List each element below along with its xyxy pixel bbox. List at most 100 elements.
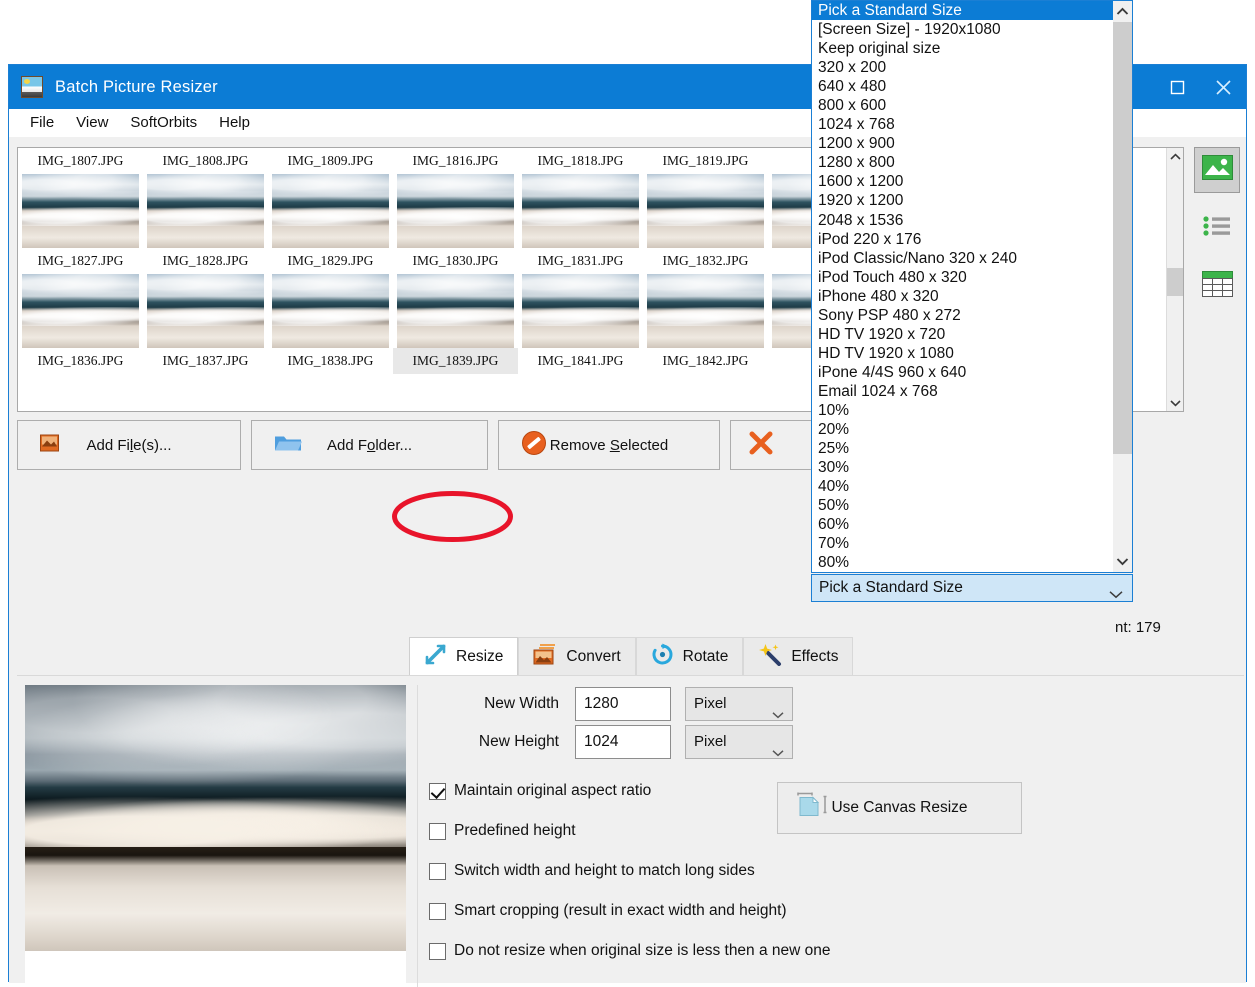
dropdown-scroll-down-icon[interactable] [1113,551,1132,572]
scroll-down-icon[interactable] [1167,394,1183,411]
dropdown-option[interactable]: 40% [812,477,1115,496]
standard-size-selected-value: Pick a Standard Size [819,579,963,596]
dropdown-option[interactable]: 800 x 600 [812,96,1115,115]
maintain-aspect-ratio-row[interactable]: Maintain original aspect ratio [429,771,831,811]
view-mode-details-button[interactable] [1194,263,1240,309]
thumbnail-item[interactable]: IMG_1836.JPG [18,348,143,374]
dropdown-option[interactable]: Email 1024 x 768 [812,382,1115,401]
chevron-down-icon[interactable] [1109,582,1123,608]
tab-effects[interactable]: Effects [743,637,854,675]
dropdown-option[interactable]: 25% [812,439,1115,458]
close-button[interactable] [1200,65,1246,109]
add-folder-button[interactable]: Add Folder... [251,420,488,470]
new-width-label: New Width [484,695,559,712]
switch-width-height-row[interactable]: Switch width and height to match long si… [429,851,831,891]
thumbnail-image [272,174,389,248]
menu-help[interactable]: Help [208,112,261,133]
dropdown-option[interactable]: 30% [812,458,1115,477]
thumbnail-filename: IMG_1837.JPG [162,353,249,368]
do-not-resize-checkbox[interactable] [429,942,446,960]
scroll-up-icon[interactable] [1167,148,1183,165]
dropdown-option[interactable]: [Screen Size] - 1920x1080 [812,20,1115,39]
predefined-height-checkbox[interactable] [429,822,446,840]
dropdown-option[interactable]: iPhone 480 x 320 [812,287,1115,306]
thumbnail-item[interactable]: IMG_1816.JPG [393,148,518,248]
smart-cropping-row[interactable]: Smart cropping (result in exact width an… [429,891,831,931]
dropdown-option[interactable]: 60% [812,515,1115,534]
thumbnail-item[interactable]: IMG_1827.JPG [18,248,143,348]
standard-size-combobox[interactable]: Pick a Standard Size [811,574,1133,602]
dropdown-option[interactable]: 20% [812,420,1115,439]
thumbnail-item[interactable]: IMG_1841.JPG [518,348,643,374]
thumbnail-item[interactable]: IMG_1830.JPG [393,248,518,348]
dropdown-option[interactable]: 640 x 480 [812,77,1115,96]
add-files-button[interactable]: Add File(s)... [17,420,241,470]
dropdown-option[interactable]: HD TV 1920 x 1080 [812,344,1115,363]
dropdown-option[interactable]: 320 x 200 [812,58,1115,77]
dropdown-scroll-up-icon[interactable] [1113,1,1132,22]
tab-convert[interactable]: Convert [518,637,636,675]
thumbnail-item[interactable]: IMG_1837.JPG [143,348,268,374]
dropdown-option[interactable]: HD TV 1920 x 720 [812,325,1115,344]
thumbnail-item-selected[interactable]: IMG_1839.JPG [393,348,518,374]
thumbnail-item[interactable]: IMG_1819.JPG [643,148,768,248]
use-canvas-resize-button[interactable]: Use Canvas Resize [777,782,1022,834]
thumbnail-item[interactable]: IMG_1828.JPG [143,248,268,348]
canvas-resize-icon [796,791,830,826]
view-mode-thumbnails-button[interactable] [1194,147,1240,193]
menu-view[interactable]: View [65,112,119,133]
view-mode-list-button[interactable] [1194,205,1240,251]
switch-width-height-checkbox[interactable] [429,862,446,880]
dropdown-option[interactable]: 10% [812,401,1115,420]
thumbnail-item[interactable]: IMG_1829.JPG [268,248,393,348]
dropdown-option[interactable]: iPod Classic/Nano 320 x 240 [812,249,1115,268]
smart-cropping-checkbox[interactable] [429,902,446,920]
thumbnail-item[interactable]: IMG_1831.JPG [518,248,643,348]
thumbnail-item[interactable]: IMG_1832.JPG [643,248,768,348]
maintain-aspect-ratio-checkbox[interactable] [429,782,446,800]
dropdown-scrollbar[interactable] [1113,1,1132,572]
dropdown-option[interactable]: 2048 x 1536 [812,211,1115,230]
thumbnail-item[interactable]: IMG_1818.JPG [518,148,643,248]
thumbnail-item[interactable]: IMG_1842.JPG [643,348,768,374]
new-height-input[interactable]: 1024 [575,725,671,759]
dropdown-option[interactable]: 1920 x 1200 [812,191,1115,210]
dropdown-option[interactable]: iPod 220 x 176 [812,230,1115,249]
dropdown-option[interactable]: Sony PSP 480 x 272 [812,306,1115,325]
dropdown-option[interactable]: 1024 x 768 [812,115,1115,134]
remove-selected-button[interactable]: Remove Selected [498,420,720,470]
tab-rotate[interactable]: Rotate [635,637,744,675]
dropdown-option[interactable]: 50% [812,496,1115,515]
smart-cropping-label: Smart cropping (result in exact width an… [454,902,787,919]
dropdown-option[interactable]: Pick a Standard Size [812,1,1115,21]
thumbnail-list-scrollbar[interactable] [1166,148,1183,411]
dropdown-scrollbar-thumb[interactable] [1113,22,1132,454]
new-width-input[interactable]: 1280 [575,687,671,721]
thumbnail-item[interactable]: IMG_1838.JPG [268,348,393,374]
dropdown-option[interactable]: iPod Touch 480 x 320 [812,268,1115,287]
do-not-resize-row[interactable]: Do not resize when original size is less… [429,931,831,971]
thumbnail-image [647,274,764,348]
dropdown-option[interactable]: 1280 x 800 [812,153,1115,172]
menu-file[interactable]: File [19,112,65,133]
dropdown-option[interactable]: 1200 x 900 [812,134,1115,153]
dropdown-option[interactable]: Keep original size [812,39,1115,58]
dropdown-option[interactable]: 70% [812,534,1115,553]
thumbnail-filename: IMG_1831.JPG [537,253,624,268]
new-height-unit-select[interactable]: Pixel [685,725,793,759]
thumbnail-filename: IMG_1838.JPG [287,353,374,368]
new-width-unit-select[interactable]: Pixel [685,687,793,721]
new-height-unit-value: Pixel [694,733,727,750]
menu-softorbits[interactable]: SoftOrbits [119,112,208,133]
thumbnail-item[interactable]: IMG_1807.JPG [18,148,143,248]
dropdown-option[interactable]: 80% [812,553,1115,572]
thumbnail-item[interactable]: IMG_1808.JPG [143,148,268,248]
maximize-button[interactable] [1154,65,1200,109]
tab-resize[interactable]: Resize [409,637,519,675]
dropdown-option[interactable]: iPone 4/4S 960 x 640 [812,363,1115,382]
dropdown-option[interactable]: 1600 x 1200 [812,172,1115,191]
scrollbar-thumb[interactable] [1167,268,1183,296]
standard-size-dropdown-list[interactable]: Pick a Standard Size [Screen Size] - 192… [811,0,1133,573]
predefined-height-row[interactable]: Predefined height [429,811,831,851]
thumbnail-item[interactable]: IMG_1809.JPG [268,148,393,248]
